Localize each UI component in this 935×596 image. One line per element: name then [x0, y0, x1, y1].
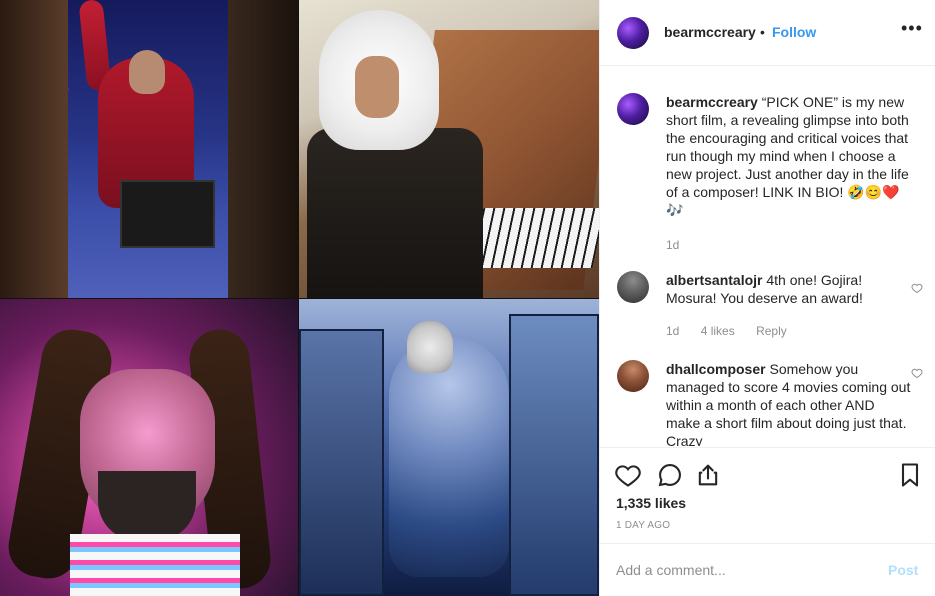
- separator-dot: •: [760, 24, 765, 40]
- comment-text: albertsantalojr 4th one! Gojira! Mosura!…: [666, 271, 911, 307]
- heart-icon[interactable]: [614, 461, 642, 489]
- comment-input[interactable]: [616, 562, 866, 578]
- bike-basket: [120, 180, 215, 248]
- baroque-coat: [307, 128, 483, 298]
- comment-meta: 1d 4 likes Reply: [666, 324, 787, 338]
- add-comment-bar: Post: [600, 543, 935, 596]
- more-icon[interactable]: •••: [901, 18, 923, 39]
- comment-avatar[interactable]: [617, 271, 649, 303]
- tree-trunk-right: [228, 0, 298, 298]
- caption-text: bearmccreary “PICK ONE” is my new short …: [666, 93, 911, 219]
- caption-age[interactable]: 1d: [666, 238, 679, 252]
- photo-tile-top-left: [0, 0, 298, 298]
- author-avatar[interactable]: [617, 17, 649, 49]
- comment-list[interactable]: bearmccreary “PICK ONE” is my new short …: [600, 66, 935, 446]
- instagram-post: bearmccreary • Follow ••• bearmccreary “…: [0, 0, 935, 596]
- likes-count[interactable]: 1,335 likes: [616, 495, 686, 511]
- author-username[interactable]: bearmccreary: [664, 24, 756, 40]
- caption-comment: bearmccreary “PICK ONE” is my new short …: [600, 93, 935, 263]
- post-timestamp[interactable]: 1 DAY AGO: [616, 520, 670, 531]
- comment-text: dhallcomposer Somehow you managed to sco…: [666, 360, 911, 446]
- comment-like-icon[interactable]: [911, 366, 923, 379]
- tree-trunk-left: [0, 0, 68, 298]
- comment-like-icon[interactable]: [911, 281, 923, 294]
- comment-username[interactable]: dhallcomposer: [666, 361, 766, 377]
- caption-avatar[interactable]: [617, 93, 649, 125]
- bookmark-icon[interactable]: [896, 461, 924, 489]
- post-comment-button[interactable]: Post: [888, 562, 918, 578]
- caption-body: “PICK ONE” is my new short film, a revea…: [666, 94, 909, 218]
- follow-button[interactable]: Follow: [772, 24, 816, 40]
- comment-icon[interactable]: [656, 461, 684, 489]
- striped-shirt: [70, 534, 240, 596]
- beard: [98, 471, 196, 541]
- post-actions: 1,335 likes 1 DAY AGO: [600, 447, 935, 543]
- photo-tile-top-right: [299, 0, 599, 298]
- monster-head: [407, 321, 453, 373]
- comment-like-count[interactable]: 4 likes: [701, 324, 735, 338]
- post-header: bearmccreary • Follow •••: [600, 0, 935, 66]
- post-side-panel: bearmccreary • Follow ••• bearmccreary “…: [599, 0, 935, 596]
- comment-username[interactable]: albertsantalojr: [666, 272, 762, 288]
- post-media-collage[interactable]: [0, 0, 599, 596]
- face: [355, 56, 399, 118]
- comment-item: albertsantalojr 4th one! Gojira! Mosura!…: [600, 271, 935, 349]
- caption-meta: 1d: [666, 238, 679, 252]
- share-icon[interactable]: [694, 461, 722, 489]
- comment-age[interactable]: 1d: [666, 324, 679, 338]
- caption-username[interactable]: bearmccreary: [666, 94, 758, 110]
- comment-avatar[interactable]: [617, 360, 649, 392]
- comment-reply-button[interactable]: Reply: [756, 324, 787, 338]
- face: [129, 50, 165, 94]
- building-left: [299, 329, 384, 596]
- comment-item: dhallcomposer Somehow you managed to sco…: [600, 360, 935, 446]
- building-right: [509, 314, 599, 596]
- photo-tile-bottom-left: [0, 299, 298, 596]
- photo-tile-bottom-right: [299, 299, 599, 596]
- monster-costume: [389, 337, 509, 577]
